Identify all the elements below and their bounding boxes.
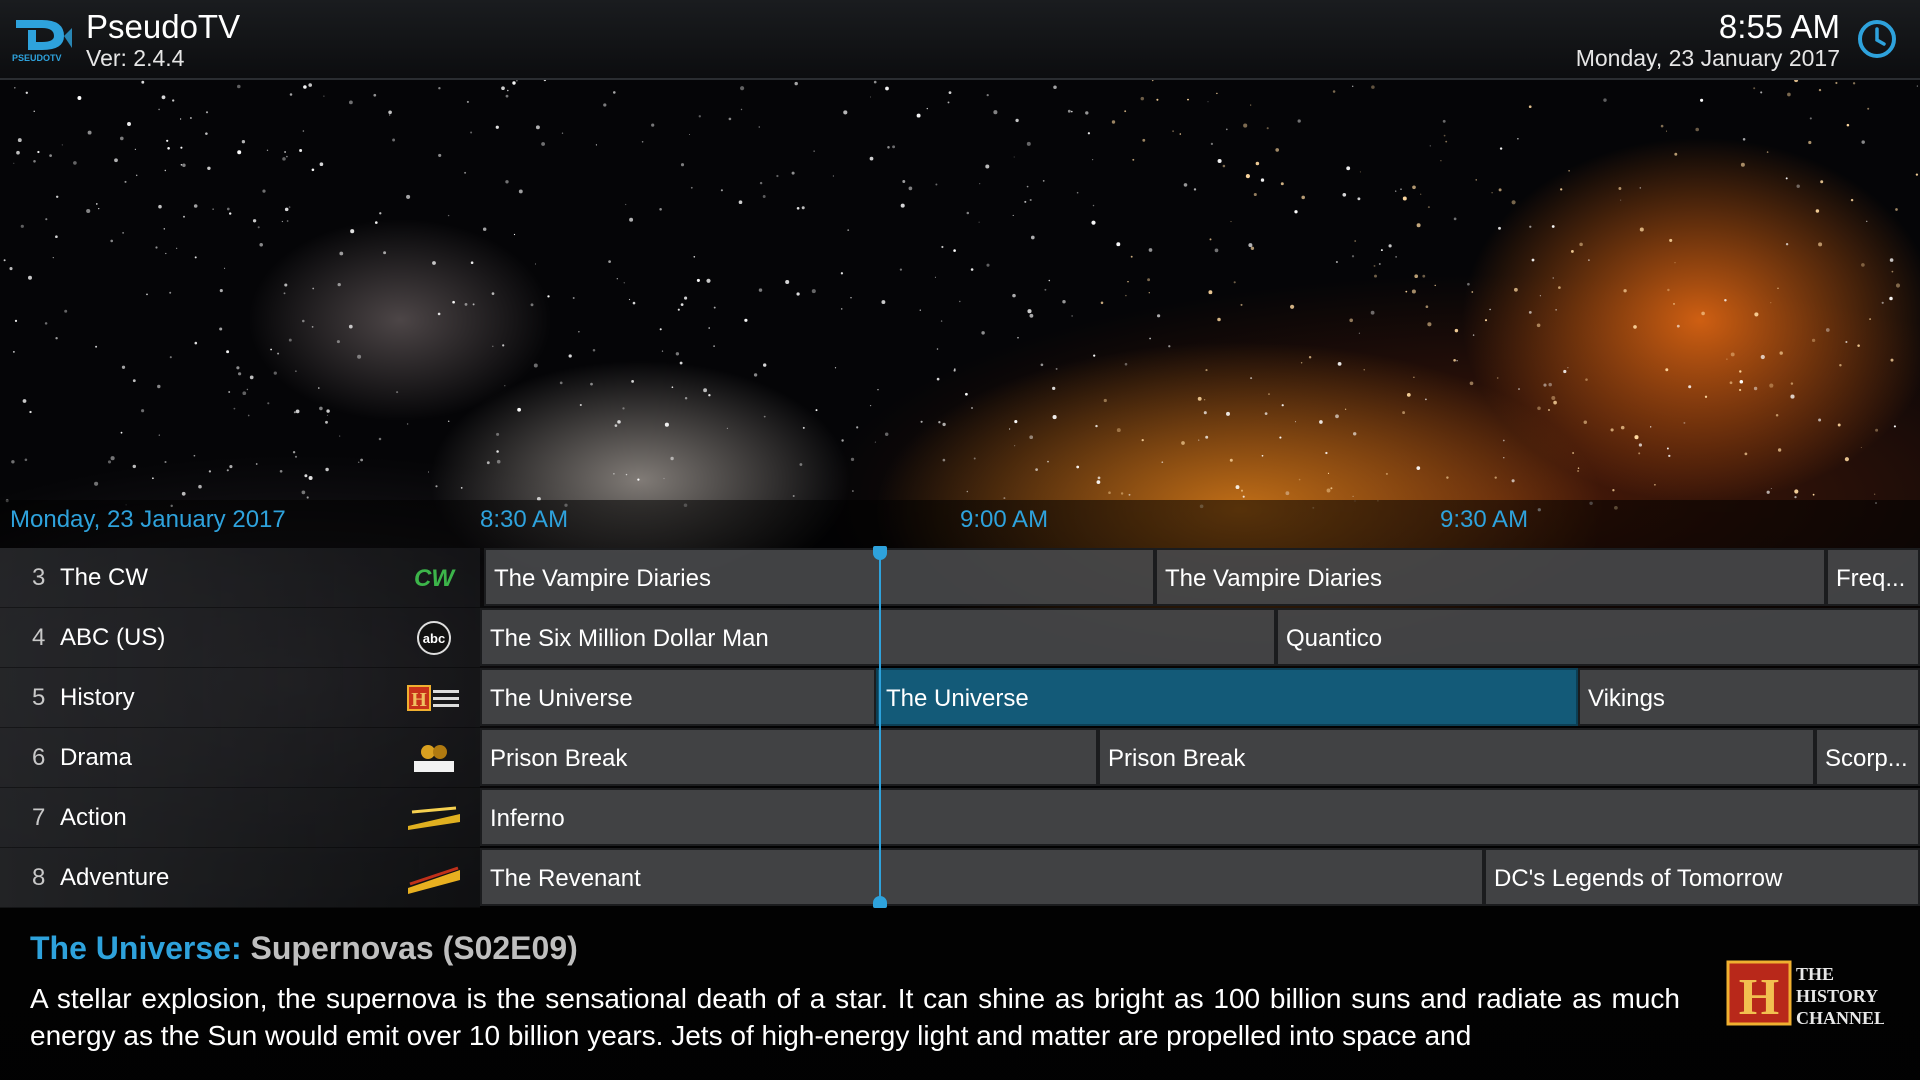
- program-description: A stellar explosion, the supernova is th…: [30, 983, 1680, 1051]
- clock-date: Monday, 23 January 2017: [1575, 45, 1840, 71]
- app-title: PseudoTV: [86, 8, 241, 45]
- top-header: PSEUDOTV PseudoTV Ver: 2.4.4 8:55 AM Mon…: [0, 0, 1920, 80]
- svg-text:abc: abc: [423, 631, 445, 646]
- program-cell[interactable]: Prison Break: [1098, 728, 1815, 786]
- program-info-panel: The Universe: Supernovas (S02E09) A stel…: [0, 910, 1920, 1080]
- channel-name: ABC (US): [60, 624, 166, 651]
- channel-row[interactable]: 3 The CW CW: [0, 548, 480, 608]
- channel-row[interactable]: 6 Drama: [0, 728, 480, 788]
- timeline-date: Monday, 23 January 2017: [10, 506, 286, 533]
- channel-row[interactable]: 7 Action: [0, 788, 480, 848]
- program-cell[interactable]: Prison Break: [480, 728, 1098, 786]
- svg-text:THE: THE: [1796, 964, 1834, 984]
- program-cell[interactable]: Inferno: [480, 788, 1920, 846]
- adventure-logo: [408, 866, 460, 894]
- channel-number: 3: [32, 564, 46, 591]
- drama-logo: [414, 745, 454, 772]
- program-cell[interactable]: The Revenant: [480, 848, 1484, 906]
- channel-number: 4: [32, 624, 46, 651]
- program-show-name: The Universe:: [30, 930, 242, 966]
- svg-text:H: H: [411, 689, 427, 711]
- channel-row[interactable]: 4 ABC (US) abc: [0, 608, 480, 668]
- program-cell[interactable]: The Vampire Diaries: [484, 548, 1155, 606]
- timeline-header: Monday, 23 January 2017 8:30 AM 9:00 AM …: [0, 500, 1920, 548]
- channel-name: History: [60, 684, 135, 711]
- abc-logo: abc: [417, 621, 451, 655]
- channel-number: 5: [32, 684, 46, 711]
- channel-row[interactable]: 8 Adventure: [0, 848, 480, 908]
- svg-text:HISTORY: HISTORY: [1796, 986, 1878, 1006]
- program-cell[interactable]: Quantico: [1276, 608, 1920, 666]
- time-slot-label: 8:30 AM: [480, 506, 569, 533]
- current-time-marker-bottom: [873, 896, 887, 908]
- program-episode-title: Supernovas (S02E09): [250, 930, 578, 966]
- program-grid: The Vampire Diaries The Vampire Diaries …: [480, 548, 1920, 908]
- cw-logo: CW: [414, 565, 456, 592]
- channel-name: Action: [60, 804, 127, 831]
- current-time-marker-top: [873, 546, 887, 560]
- history-logo: H: [407, 685, 459, 711]
- svg-text:H: H: [1739, 969, 1779, 1026]
- program-cell[interactable]: Freq...: [1826, 548, 1920, 606]
- current-time-indicator: [879, 552, 881, 902]
- svg-text:CHANNEL: CHANNEL: [1796, 1008, 1884, 1028]
- time-slot-label: 9:30 AM: [1440, 506, 1529, 533]
- time-slot-label: 9:00 AM: [960, 506, 1049, 533]
- channel-number: 8: [32, 864, 46, 891]
- program-cell[interactable]: The Vampire Diaries: [1155, 548, 1826, 606]
- program-cell[interactable]: The Six Million Dollar Man: [480, 608, 1276, 666]
- history-channel-logo: H THE HISTORY CHANNEL: [1726, 960, 1884, 1028]
- action-logo: [408, 806, 460, 830]
- app-version: Ver: 2.4.4: [86, 45, 185, 71]
- svg-text:PSEUDOTV: PSEUDOTV: [12, 53, 62, 63]
- channel-number: 7: [32, 804, 46, 831]
- pseudotv-logo: PSEUDOTV: [12, 20, 72, 63]
- program-cell[interactable]: Scorp...: [1815, 728, 1920, 786]
- program-cell[interactable]: The Universe: [480, 668, 876, 726]
- clock-time: 8:55 AM: [1718, 8, 1840, 45]
- channel-name: Adventure: [60, 864, 170, 891]
- program-cell-selected[interactable]: The Universe: [876, 668, 1578, 726]
- program-info-title: The Universe: Supernovas (S02E09): [30, 930, 578, 967]
- channel-number: 6: [32, 744, 46, 771]
- channel-name: The CW: [60, 564, 149, 591]
- svg-text:CW: CW: [414, 565, 456, 592]
- clock-icon: [1858, 20, 1896, 58]
- channel-name: Drama: [60, 744, 133, 771]
- program-cell[interactable]: Vikings: [1578, 668, 1920, 726]
- channel-row[interactable]: 5 History H: [0, 668, 480, 728]
- program-cell[interactable]: DC's Legends of Tomorrow: [1484, 848, 1920, 906]
